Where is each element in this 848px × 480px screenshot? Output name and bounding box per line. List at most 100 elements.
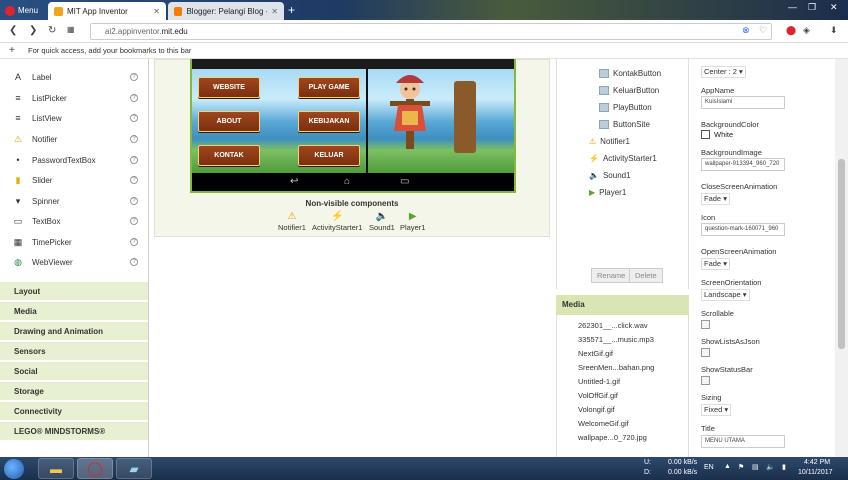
showlists-checkbox[interactable] [701,348,710,357]
open-anim-select[interactable]: Fade ▾ [701,258,730,270]
play-game-button[interactable]: PLAY GAME [298,77,360,98]
tray-network-icon[interactable]: ▤ [752,463,759,471]
media-file[interactable]: 335571__...music.mp3 [578,335,654,344]
delete-button[interactable]: Delete [629,268,663,283]
palette-item-notifier[interactable]: ⚠ Notifier? [0,129,148,149]
add-bookmark-plus-icon[interactable]: + [9,43,15,59]
media-file[interactable]: Untitled-1.gif [578,377,620,386]
palette-item-slider[interactable]: ▮ Slider? [0,170,148,190]
help-icon[interactable]: ? [130,114,138,122]
sizing-select[interactable]: Fixed ▾ [701,404,732,416]
maximize-icon[interactable]: ❐ [808,2,816,13]
palette-item-spinner[interactable]: ▾ Spinner? [0,191,148,211]
minimize-icon[interactable]: — [788,2,797,12]
adblock-icon[interactable]: ⬤ [786,25,796,36]
title-input[interactable]: MENU UTAMA [701,435,785,448]
category-media[interactable]: Media [0,302,148,321]
opera-taskbar-icon[interactable]: ◯ [77,458,113,479]
icon-input[interactable]: question-mark-160071_960 [701,223,785,236]
about-button[interactable]: ABOUT [198,111,260,132]
bookmark-heart-icon[interactable]: ♡ [759,25,767,36]
media-file[interactable]: wallpape...0_720.jpg [578,433,647,442]
nonvisible-sound1[interactable]: 🔈 Sound1 [369,211,395,232]
close-tab-icon[interactable]: ✕ [153,7,160,16]
help-icon[interactable]: ? [130,135,138,143]
component-playbutton[interactable]: PlayButton [599,103,652,112]
help-icon[interactable]: ? [130,217,138,225]
browser-menu-button[interactable]: Menu [2,3,44,18]
nonvisible-notifier1[interactable]: ⚠ Notifier1 [278,211,306,232]
category-layout[interactable]: Layout [0,282,148,301]
help-icon[interactable]: ? [130,73,138,81]
showstatus-checkbox[interactable] [701,376,710,385]
help-icon[interactable]: ? [130,258,138,266]
category-lego-mindstorms[interactable]: LEGO® MINDSTORMS® [0,422,148,441]
help-icon[interactable]: ? [130,156,138,164]
component-keluarbutton[interactable]: KeluarButton [599,86,659,95]
nonvisible-player1[interactable]: ▶ Player1 [400,211,425,232]
palette-item-passwordtextbox[interactable]: • PasswordTextBox? [0,150,148,170]
palette-item-webviewer[interactable]: ◍ WebViewer? [0,252,148,272]
notepad-taskbar-icon[interactable]: ▰ [116,458,152,479]
download-icon[interactable]: ⬇ [830,25,838,36]
tray-chevron-icon[interactable]: ▲ [724,463,731,470]
vpn-badge-icon[interactable]: ⊗ [742,25,750,36]
component-activitystarter1[interactable]: ⚡ ActivityStarter1 [589,154,657,163]
palette-item-listview[interactable]: ≡ ListView? [0,108,148,128]
media-file[interactable]: SreenMen...bahan.png [578,363,654,372]
palette-item-label[interactable]: A Label? [0,67,148,87]
help-icon[interactable]: ? [130,197,138,205]
help-icon[interactable]: ? [130,238,138,246]
appname-input[interactable]: KuisIslami [701,96,785,109]
category-drawing-animation[interactable]: Drawing and Animation [0,322,148,341]
kebijakan-button[interactable]: KEBIJAKAN [298,111,360,132]
component-player1[interactable]: ▶ Player1 [589,188,626,197]
page-scrollbar[interactable] [835,59,848,457]
website-button[interactable]: WEBSITE [198,77,260,98]
close-anim-select[interactable]: Fade ▾ [701,193,730,205]
media-file[interactable]: 262301__...click.wav [578,321,648,330]
speed-dial-grid-icon[interactable]: ▦ [67,25,75,34]
back-arrow-icon[interactable]: ❮ [9,25,17,36]
media-file[interactable]: Volongif.gif [578,405,615,414]
help-icon[interactable]: ? [130,94,138,102]
close-window-icon[interactable]: ✕ [830,2,838,13]
component-notifier1[interactable]: ⚠ Notifier1 [589,137,630,146]
tray-flag-icon[interactable]: ⚑ [738,463,744,471]
tray-volume-icon[interactable]: 🔈 [766,463,775,471]
align-horizontal-select[interactable]: Center : 2 ▾ [701,66,746,78]
tab-app-inventor[interactable]: MIT App Inventor ✕ [48,2,166,20]
media-file[interactable]: WelcomeGif.gif [578,419,629,428]
orientation-select[interactable]: Landscape ▾ [701,289,750,301]
extension-icon[interactable]: ◈ [803,25,810,36]
palette-item-listpicker[interactable]: ≡ ListPicker? [0,88,148,108]
windows-start-icon[interactable] [4,459,24,479]
bgimage-input[interactable]: wallpaper-913394_960_720 [701,158,785,171]
clock-time[interactable]: 4:42 PM [804,459,830,466]
media-file[interactable]: VolOffGif.gif [578,391,618,400]
close-tab-icon[interactable]: ✕ [271,7,278,16]
tray-battery-icon[interactable]: ▮ [782,463,786,471]
file-explorer-taskbar-icon[interactable]: ▬ [38,458,74,479]
keluar-button[interactable]: KELUAR [298,145,360,166]
reload-icon[interactable]: ↻ [48,25,56,36]
url-field[interactable]: ai2.appinventor.mit.edu [90,23,772,40]
category-social[interactable]: Social [0,362,148,381]
bgcolor-picker[interactable]: White [701,130,733,139]
media-file[interactable]: NextGif.gif [578,349,613,358]
component-kontakbutton[interactable]: KontakButton [599,69,661,78]
component-buttonsite[interactable]: ButtonSite [599,120,650,129]
new-tab-plus-icon[interactable]: + [288,3,295,17]
language-indicator[interactable]: EN [704,464,714,471]
scrollbar-thumb[interactable] [838,159,845,349]
clock-date[interactable]: 10/11/2017 [798,469,833,476]
scrollable-checkbox[interactable] [701,320,710,329]
kontak-button[interactable]: KONTAK [198,145,260,166]
rename-button[interactable]: Rename [591,268,632,283]
palette-item-textbox[interactable]: ▭ TextBox? [0,211,148,231]
component-sound1[interactable]: 🔈 Sound1 [589,171,631,180]
help-icon[interactable]: ? [130,176,138,184]
tab-blogger[interactable]: Blogger: Pelangi Blog - Se ✕ [168,2,284,20]
category-storage[interactable]: Storage [0,382,148,401]
nonvisible-activitystarter1[interactable]: ⚡ ActivityStarter1 [312,211,362,232]
